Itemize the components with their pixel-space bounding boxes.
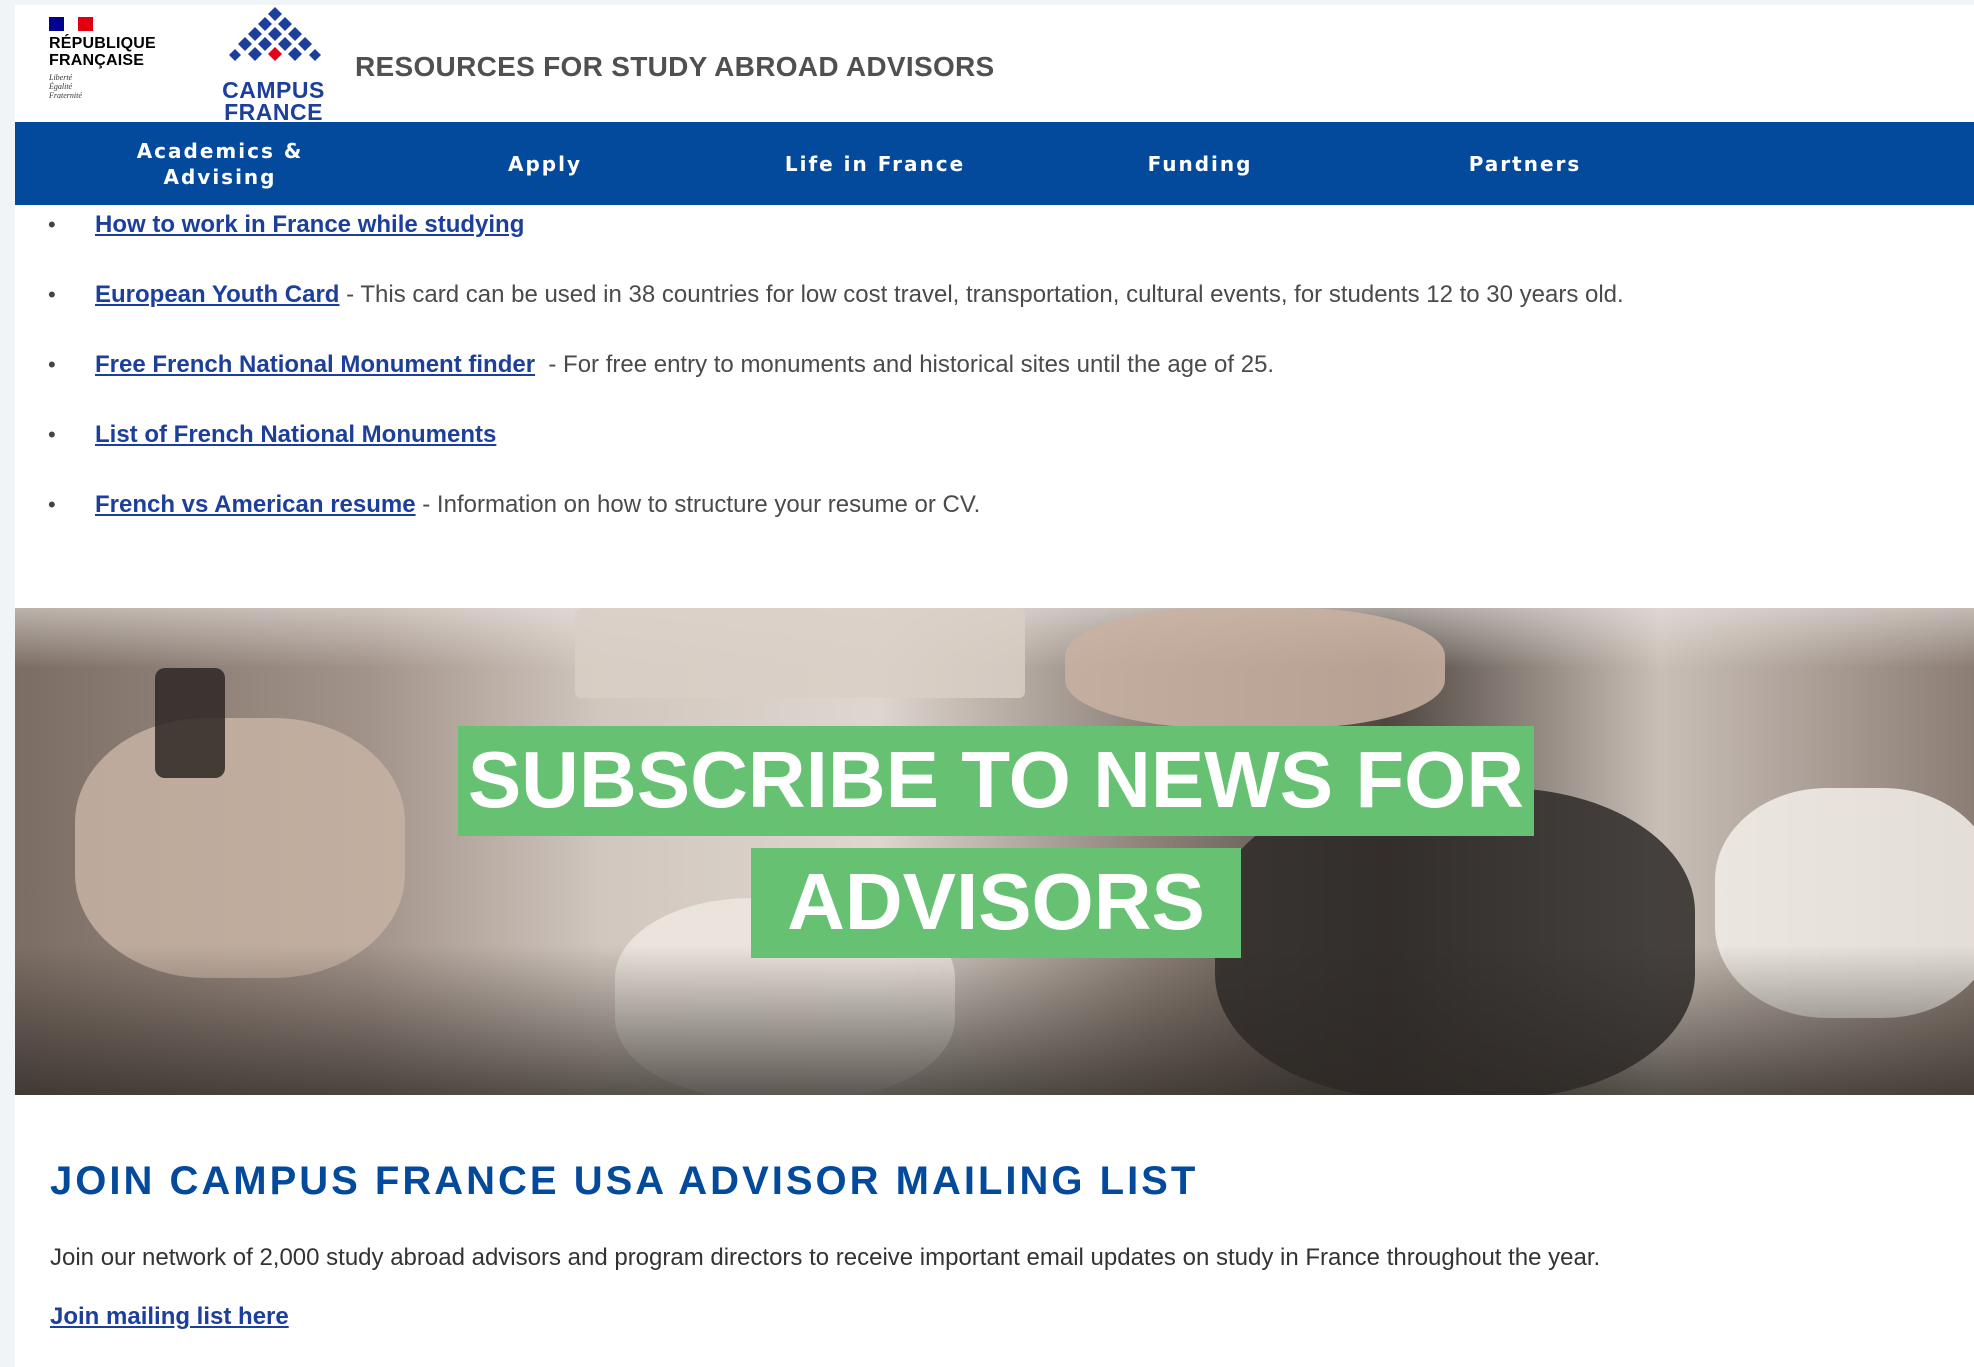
banner-title-line1: SUBSCRIBE TO NEWS FOR	[458, 726, 1534, 836]
bullet-icon: •	[48, 352, 56, 377]
republic-name: RÉPUBLIQUE FRANÇAISE	[49, 35, 156, 69]
bullet-icon: •	[48, 212, 56, 237]
site-header: RÉPUBLIQUE FRANÇAISE Liberté Égalité Fra…	[15, 5, 1974, 125]
nav-item-apply[interactable]: Apply	[435, 122, 655, 205]
campus-france-logo[interactable]: CAMPUS FRANCE	[211, 5, 351, 125]
link-european-youth-card[interactable]: European Youth Card	[95, 281, 339, 308]
bullet-icon: •	[48, 492, 56, 517]
nav-item-life-in-france[interactable]: Life in France	[755, 122, 995, 205]
banner-photo-phone-left	[155, 668, 225, 778]
bullet-icon: •	[48, 422, 56, 447]
list-item: • List of French National Monuments	[15, 415, 1955, 455]
bullet-icon: •	[48, 282, 56, 307]
banner-photo-hands-left	[75, 718, 405, 978]
banner-photo-laptop	[575, 608, 1025, 698]
resource-description: - Information on how to structure your r…	[415, 491, 981, 518]
list-item: • French vs American resume - Informatio…	[15, 485, 1955, 525]
resource-description: - For free entry to monuments and histor…	[535, 351, 1275, 378]
list-item: • European Youth Card - This card can be…	[15, 275, 1955, 315]
main-nav: Academics & Advising Apply Life in Franc…	[15, 122, 1974, 205]
campus-france-diamond-icon	[229, 7, 321, 61]
join-mailing-list-link[interactable]: Join mailing list here	[50, 1299, 289, 1335]
nav-item-funding[interactable]: Funding	[1090, 122, 1310, 205]
resource-description: - This card can be used in 38 countries …	[339, 281, 1624, 308]
campus-france-wordmark: CAMPUS FRANCE	[222, 77, 325, 125]
list-item: • Free French National Monument finder -…	[15, 345, 1955, 385]
list-item: • How to work in France while studying	[15, 205, 1955, 245]
mailing-list-heading: JOIN CAMPUS FRANCE USA ADVISOR MAILING L…	[50, 1159, 1199, 1203]
banner-photo-shadow	[15, 945, 1974, 1095]
link-monument-finder[interactable]: Free French National Monument finder	[95, 351, 535, 378]
banner-title-line2: ADVISORS	[751, 848, 1241, 958]
link-french-vs-american-resume[interactable]: French vs American resume	[95, 491, 416, 518]
republique-francaise-logo[interactable]: RÉPUBLIQUE FRANÇAISE Liberté Égalité Fra…	[49, 17, 169, 117]
mailing-list-description: Join our network of 2,000 study abroad a…	[50, 1244, 1601, 1271]
link-list-of-monuments[interactable]: List of French National Monuments	[95, 421, 496, 448]
page: RÉPUBLIQUE FRANÇAISE Liberté Égalité Fra…	[15, 5, 1974, 1367]
republic-motto: Liberté Égalité Fraternité	[49, 73, 82, 100]
french-flag-icon	[49, 17, 94, 31]
nav-item-academics-advising[interactable]: Academics & Advising	[90, 122, 350, 205]
subscribe-banner[interactable]: SUBSCRIBE TO NEWS FOR ADVISORS	[15, 608, 1974, 1095]
banner-photo-hands-right	[1065, 608, 1445, 728]
link-work-in-france[interactable]: How to work in France while studying	[95, 211, 524, 238]
site-title: RESOURCES FOR STUDY ABROAD ADVISORS	[355, 51, 995, 82]
nav-item-partners[interactable]: Partners	[1415, 122, 1635, 205]
